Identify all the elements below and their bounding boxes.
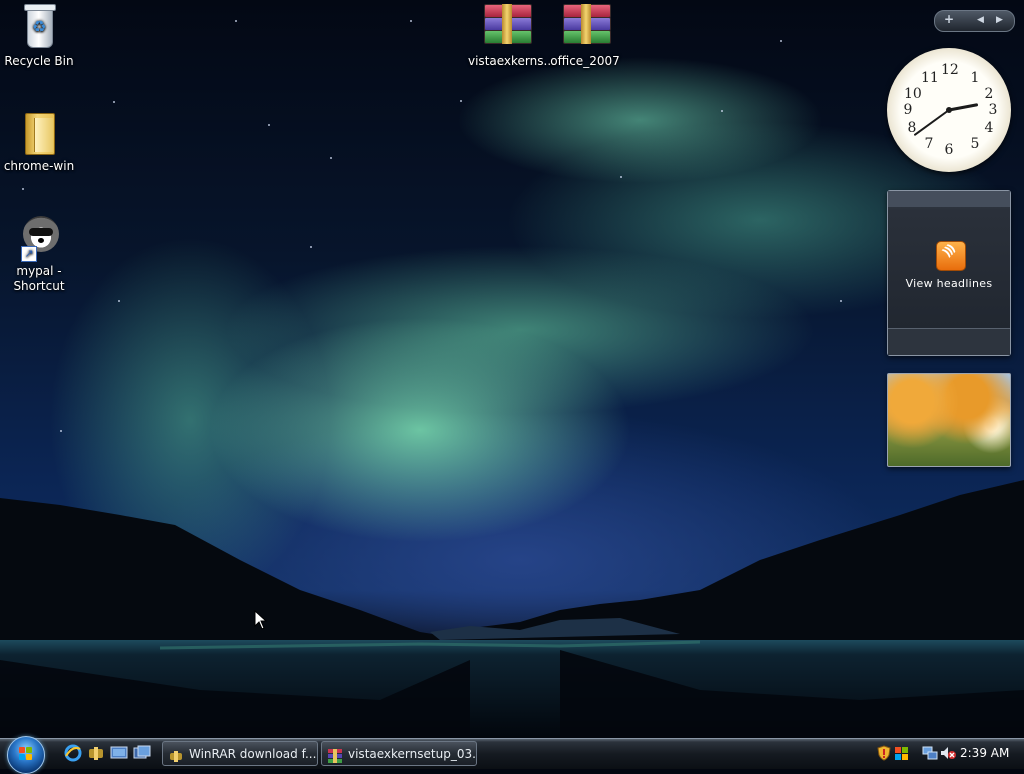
hour-hand (947, 103, 979, 112)
desktop-icon-label: vistaexkerns... (468, 54, 555, 68)
taskbar-button-winrar-download[interactable]: WinRAR download f... (162, 741, 318, 766)
feed-headlines-gadget[interactable]: View headlines (887, 190, 1011, 356)
desktop-icon-label: office_2007 (550, 54, 620, 68)
view-headlines-link[interactable]: View headlines (888, 277, 1010, 290)
desktop-icon-mypal-shortcut[interactable]: ↗ mypal - Shortcut (1, 212, 77, 294)
feed-gadget-footer (888, 328, 1010, 355)
desktop-icon-label: chrome-win (3, 159, 75, 173)
desktop-icon-chrome-win[interactable]: chrome-win (1, 107, 77, 174)
winrar-archive-icon (482, 2, 532, 50)
rss-feed-icon (936, 241, 966, 271)
previous-page-button[interactable]: ◀ (977, 15, 984, 25)
desktop-icon-recycle-bin[interactable]: Recycle Bin (1, 2, 77, 69)
start-button[interactable] (7, 736, 45, 774)
taskbar-button-vistaexkernsetup[interactable]: vistaexkernsetup_03... (321, 741, 477, 766)
winrar-archive-icon (328, 747, 342, 763)
desktop-icon-label: Recycle Bin (4, 54, 74, 68)
taskbar-button-label: WinRAR download f... (189, 747, 317, 761)
sidebar-controls: + ◀ ▶ (934, 10, 1015, 32)
volume-muted-icon[interactable] (940, 745, 956, 765)
raccoon-app-icon: ↗ (15, 212, 63, 262)
mouse-cursor-icon (254, 610, 268, 630)
folder-icon (15, 107, 63, 155)
winrar-icon (169, 747, 183, 762)
taskbar-clock[interactable]: 2:39 AM (960, 739, 1009, 768)
minute-hand (914, 109, 950, 136)
recycle-bin-icon (15, 2, 63, 50)
feed-gadget-header (888, 191, 1010, 207)
slideshow-gadget[interactable] (887, 373, 1011, 467)
taskbar: WinRAR download f... vistaexkernsetup_03… (0, 736, 1024, 774)
mountains-and-lake (0, 480, 1024, 738)
windows-logo-icon (19, 747, 33, 761)
security-shield-icon[interactable] (877, 745, 891, 765)
desktop-icon-vistaexkerns[interactable]: vistaexkerns... (468, 2, 555, 69)
desktop-wallpaper[interactable] (0, 0, 1024, 738)
add-gadget-button[interactable]: + (944, 12, 954, 26)
clock-pivot (946, 107, 952, 113)
shortcut-arrow-icon: ↗ (21, 246, 37, 262)
network-icon[interactable] (922, 745, 938, 765)
desktop-icon-label: mypal - Shortcut (13, 264, 65, 293)
desktop-icon-office-2007[interactable]: office_2007 (547, 2, 623, 69)
winrar-icon[interactable] (87, 744, 105, 762)
show-desktop-icon[interactable] (110, 744, 128, 762)
internet-explorer-icon[interactable] (64, 744, 82, 762)
taskbar-button-label: vistaexkernsetup_03... (348, 747, 477, 761)
clock-hands (914, 103, 979, 136)
clock-gadget[interactable]: 12 1 2 3 4 5 6 7 8 9 10 11 (887, 48, 1011, 172)
network-status-icon[interactable] (894, 745, 908, 765)
winrar-archive-icon (561, 2, 611, 50)
next-page-button[interactable]: ▶ (996, 15, 1003, 25)
switch-windows-icon[interactable] (133, 744, 151, 762)
